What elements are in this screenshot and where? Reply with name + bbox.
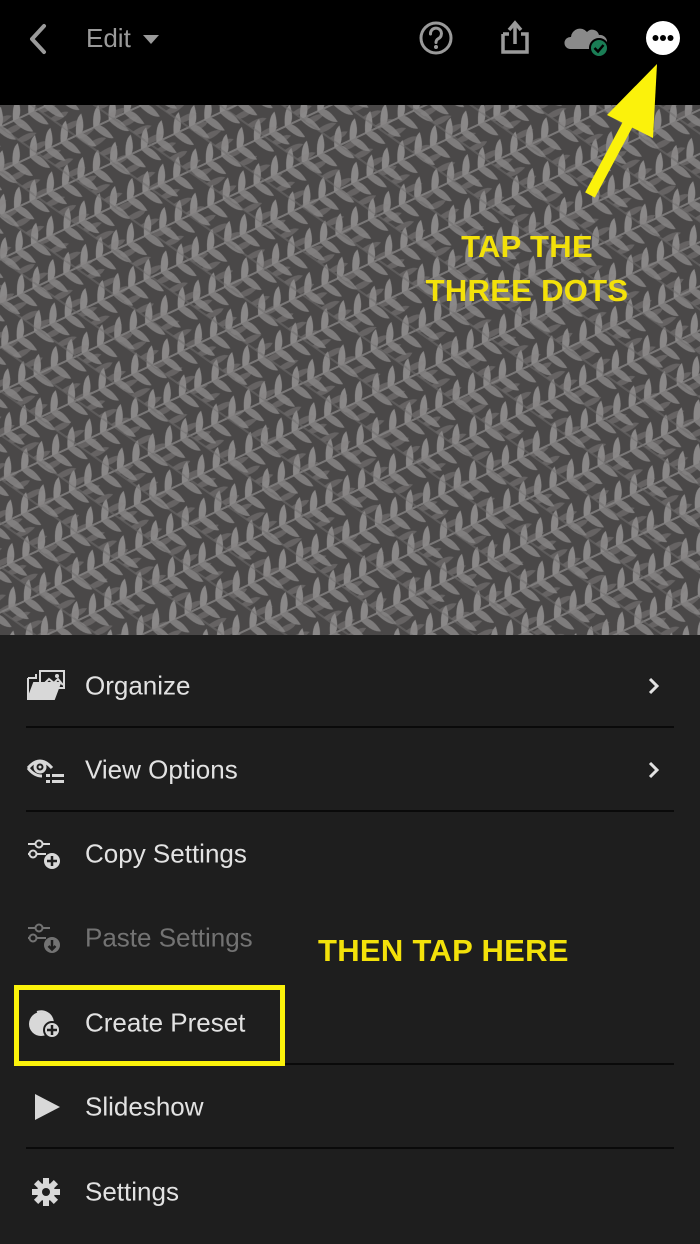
divider [26,1147,674,1149]
help-icon[interactable] [416,18,456,58]
view-options-eye-icon [26,759,64,783]
caret-down-icon [142,34,159,44]
share-icon[interactable] [495,18,535,58]
menu-item-copy-settings[interactable]: Copy Settings [0,812,700,896]
organize-folder-icon [27,670,65,700]
annotation-line-2: THREE DOTS [425,273,629,308]
back-chevron-icon[interactable] [24,22,54,56]
more-dots-icon[interactable] [643,18,683,58]
menu-item-settings[interactable]: Settings [0,1150,700,1234]
chevron-right-icon [648,761,660,779]
menu-item-label: Slideshow [85,1091,204,1122]
play-icon [35,1094,60,1120]
create-preset-highlight-box [14,985,285,1066]
chevron-right-icon [648,677,660,695]
gear-icon [32,1178,60,1206]
mode-title: Edit [86,22,131,53]
menu-item-label: Settings [85,1176,179,1207]
annotation-then-tap-here: THEN TAP HERE [318,933,569,968]
menu-item-label: View Options [85,754,238,785]
cloud-synced-icon[interactable] [564,18,614,58]
menu-item-view-options[interactable]: View Options [0,728,700,812]
annotation-line-1: TAP THE [461,229,593,264]
paste-settings-icon [28,923,60,953]
annotation-arrow-icon [585,64,657,198]
menu-item-label: Organize [85,670,191,701]
copy-settings-icon [28,839,60,869]
menu-item-label: Paste Settings [85,922,253,953]
annotation-tap-three-dots: TAP THE THREE DOTS [412,225,642,313]
menu-item-label: Copy Settings [85,838,247,869]
edit-mode-dropdown[interactable]: Edit [86,20,159,56]
menu-item-slideshow[interactable]: Slideshow [0,1065,700,1149]
menu-item-organize[interactable]: Organize [0,644,700,728]
